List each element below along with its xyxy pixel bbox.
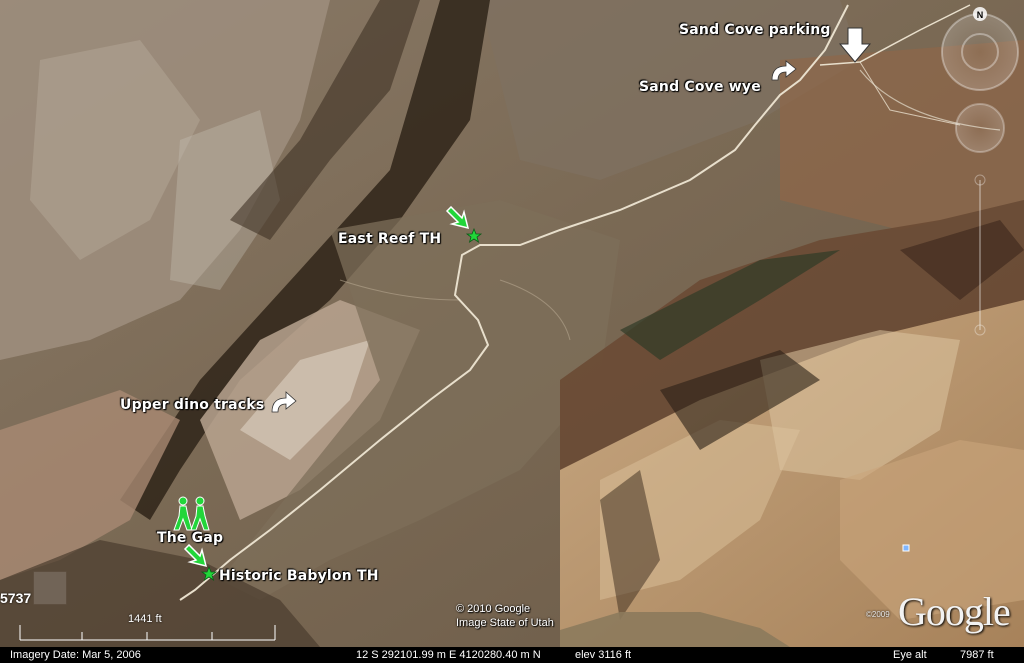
curved-arrow-icon[interactable] — [768, 60, 798, 84]
curved-arrow-icon[interactable] — [268, 390, 298, 416]
label-upper-dino-tracks[interactable]: Upper dino tracks — [120, 397, 264, 413]
green-star-icon[interactable] — [466, 228, 482, 244]
eye-alt-value: 7987 ft — [960, 649, 994, 661]
imagery-date: Imagery Date: Mar 5, 2006 — [10, 649, 141, 661]
label-sand-cove-parking[interactable]: Sand Cove parking — [679, 22, 831, 38]
copyright-line1: © 2010 Google — [456, 603, 531, 615]
label-east-reef-th[interactable]: East Reef TH — [338, 231, 441, 247]
label-the-gap[interactable]: The Gap — [157, 530, 223, 546]
status-bar: Imagery Date: Mar 5, 2006 12 S 292101.99… — [0, 647, 1024, 663]
copyright-line2: Image State of Utah — [456, 617, 554, 629]
elevation: elev 3116 ft — [575, 649, 632, 661]
down-arrow-icon[interactable] — [838, 26, 872, 64]
left-number: 5737 — [0, 590, 32, 606]
logo-year: ©2009 — [866, 610, 890, 619]
label-historic-babylon-th[interactable]: Historic Babylon TH — [219, 568, 379, 584]
hikers-icon[interactable] — [170, 496, 212, 532]
satellite-map[interactable]: N — [0, 0, 1024, 647]
google-logo: Google — [898, 589, 1011, 634]
scale-label: 1441 ft — [128, 613, 162, 625]
copyright: © 2010 Google Image State of Utah — [456, 602, 554, 630]
green-star-icon[interactable] — [201, 566, 217, 582]
eye-alt-label: Eye alt — [893, 649, 927, 661]
small-placemark-icon[interactable] — [902, 544, 910, 552]
label-sand-cove-wye[interactable]: Sand Cove wye — [639, 79, 761, 95]
coordinates: 12 S 292101.99 m E 4120280.40 m N — [356, 649, 541, 661]
look-control-icon[interactable] — [33, 571, 67, 605]
compass-letter: N — [977, 10, 984, 20]
